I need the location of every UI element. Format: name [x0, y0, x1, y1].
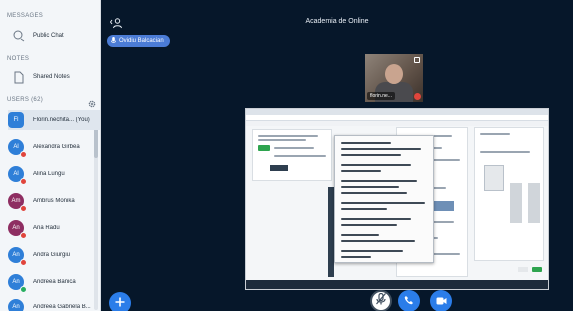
user-list-item-self[interactable]: Fl Florin.nechita... (You)	[8, 110, 100, 130]
gear-icon[interactable]	[88, 95, 96, 108]
actions-button[interactable]	[109, 292, 131, 311]
notes-section-title: NOTES	[7, 56, 30, 62]
avatar: Am	[8, 193, 27, 212]
presentation-area: Academia de Online Ovidiu Balcacian flor…	[101, 0, 573, 311]
headphones-icon	[20, 286, 27, 293]
chat-bubbles-icon	[13, 29, 25, 43]
mic-muted-icon	[414, 93, 421, 100]
messages-section-title: MESSAGES	[7, 13, 44, 19]
user-list-item[interactable]: Al Alina Lungu	[8, 164, 100, 185]
screenshare-view[interactable]	[245, 108, 549, 290]
user-list-item[interactable]: Al Alexandra Girbea	[8, 137, 100, 158]
user-name: Ana Radu	[33, 225, 60, 231]
user-name: Alina Lungu	[33, 171, 65, 177]
talking-indicator: Ovidiu Balcacian	[107, 35, 170, 47]
user-sidebar: MESSAGES Public Chat NOTES Shared Notes …	[0, 0, 101, 311]
mic-muted-icon	[20, 151, 27, 158]
shared-notes-label: Shared Notes	[33, 74, 70, 80]
mic-icon	[111, 36, 116, 46]
public-chat-item[interactable]: Public Chat	[13, 27, 64, 45]
user-name: Andreea Bănică	[33, 279, 76, 285]
webcam-user-name: florin.ne...	[367, 92, 395, 100]
avatar: Al	[8, 139, 27, 158]
mic-muted-icon	[376, 292, 386, 310]
avatar: An	[8, 299, 24, 311]
phone-icon	[404, 292, 414, 310]
mic-muted-icon	[20, 232, 27, 239]
mute-button[interactable]	[370, 290, 392, 311]
document-icon	[13, 70, 25, 84]
user-name: Andra Giurgiu	[33, 252, 71, 258]
plus-icon	[115, 294, 125, 311]
user-list-item[interactable]: An Andreea Gabriela B...	[8, 297, 100, 311]
expand-icon[interactable]	[414, 57, 420, 63]
avatar: An	[8, 274, 27, 293]
presenter-name: Ovidiu Balcacian	[119, 38, 164, 44]
text-document-window	[334, 135, 434, 263]
avatar: An	[8, 220, 27, 239]
user-name: Andreea Gabriela B...	[33, 304, 91, 310]
user-list-item[interactable]: An Ana Radu	[8, 218, 100, 239]
mic-muted-icon	[20, 178, 27, 185]
avatar: Fl	[8, 112, 24, 128]
user-list-item[interactable]: An Andreea Bănică	[8, 272, 100, 293]
user-list-item[interactable]: An Andra Giurgiu	[8, 245, 100, 266]
mic-muted-icon	[20, 205, 27, 212]
leave-audio-button[interactable]	[398, 290, 420, 311]
user-list-item[interactable]: Am Ambrus Monika	[8, 191, 100, 212]
user-name: Florin.nechita... (You)	[33, 117, 90, 123]
users-section-title: USERS (62)	[7, 97, 44, 103]
public-chat-label: Public Chat	[33, 33, 64, 39]
avatar: An	[8, 247, 27, 266]
meeting-title: Academia de Online	[305, 18, 369, 25]
mic-muted-icon	[20, 259, 27, 266]
shared-notes-item[interactable]: Shared Notes	[13, 68, 70, 86]
user-name: Alexandra Girbea	[33, 144, 80, 150]
avatar: Al	[8, 166, 27, 185]
webcam-tile[interactable]: florin.ne...	[365, 54, 423, 102]
share-webcam-button[interactable]	[430, 290, 452, 311]
user-name: Ambrus Monika	[33, 198, 75, 204]
video-camera-icon	[436, 292, 447, 310]
